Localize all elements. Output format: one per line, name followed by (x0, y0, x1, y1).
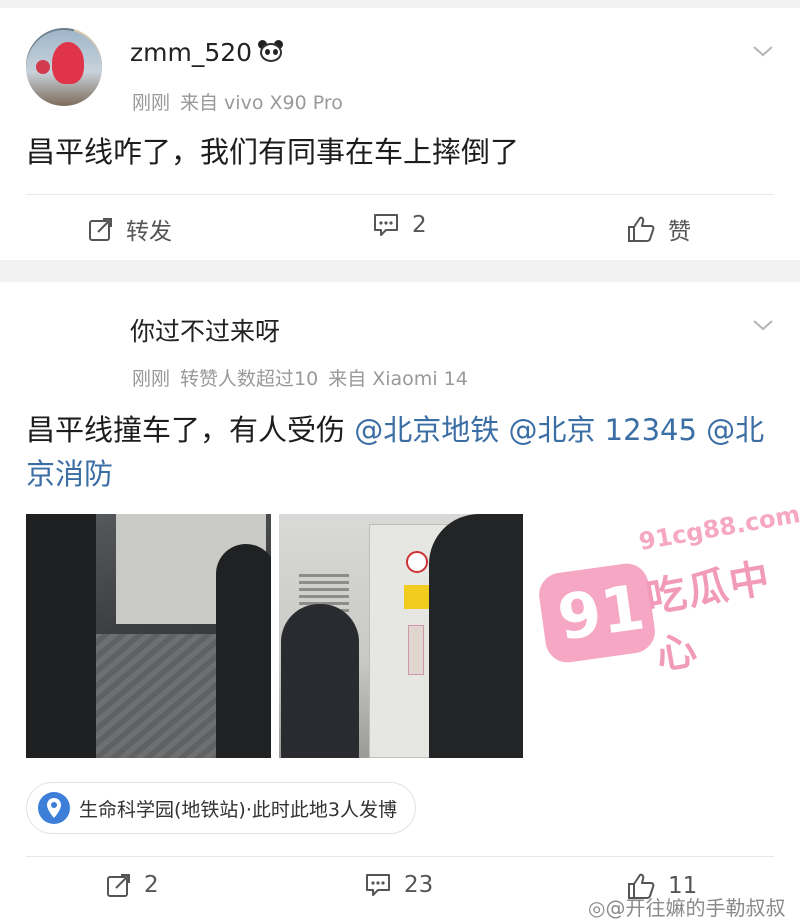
likes-note: 转赞人数超过10 (180, 368, 319, 390)
post-source: 来自 vivo X90 Pro (180, 92, 343, 114)
like-icon (628, 216, 655, 242)
username-1[interactable]: zmm_520 (130, 38, 284, 67)
chevron-down-icon[interactable] (752, 314, 774, 336)
like-button[interactable]: 赞 (626, 212, 691, 246)
forward-icon (107, 874, 130, 897)
forward-button[interactable]: 转发 (88, 212, 172, 246)
weibo-credit: ◎@开往嫲的手勒叔叔 (588, 896, 786, 920)
divider (26, 856, 774, 857)
comment-icon (366, 874, 390, 896)
post-photo-2[interactable] (279, 514, 523, 758)
forward-icon (89, 218, 112, 241)
watermark-number: 91 (553, 570, 649, 655)
chevron-down-icon[interactable] (752, 40, 774, 62)
watermark-name: 吃瓜中心 (642, 555, 775, 680)
location-pin-icon (38, 792, 70, 824)
watermark: 91 91cg88.com 吃瓜中心 (536, 500, 800, 679)
username-2[interactable]: 你过不过来呀 (130, 312, 280, 348)
post-source: 来自 Xiaomi 14 (328, 368, 468, 390)
weibo-icon: ◎ (588, 896, 606, 920)
post-meta-1: 刚刚 来自 vivo X90 Pro (132, 88, 343, 115)
location-tag[interactable]: 生命科学园(地铁站)·此时此地3人发博 (26, 782, 416, 834)
comment-button[interactable]: 2 (372, 212, 427, 238)
comment-icon (374, 214, 398, 236)
forward-button[interactable]: 2 (106, 872, 159, 898)
panda-emoji-icon (256, 39, 284, 63)
divider (26, 194, 774, 195)
post-time: 刚刚 (132, 368, 171, 390)
post-photo-1[interactable] (26, 514, 271, 758)
mention-beijing-subway[interactable]: @北京地铁 (354, 413, 499, 447)
post-meta-2: 刚刚 转赞人数超过10 来自 Xiaomi 14 (132, 364, 468, 391)
comment-button[interactable]: 23 (364, 872, 433, 898)
location-label: 生命科学园(地铁站)·此时此地3人发博 (79, 798, 397, 821)
post-time: 刚刚 (132, 92, 171, 114)
avatar-nigou[interactable] (26, 30, 102, 106)
post-text-1: 昌平线咋了，我们有同事在车上摔倒了 (26, 135, 520, 169)
post-text-2: 昌平线撞车了，有人受伤 @北京地铁 @北京 12345 @北京消防 (26, 413, 765, 491)
mention-beijing-12345[interactable]: @北京 12345 (508, 413, 696, 447)
